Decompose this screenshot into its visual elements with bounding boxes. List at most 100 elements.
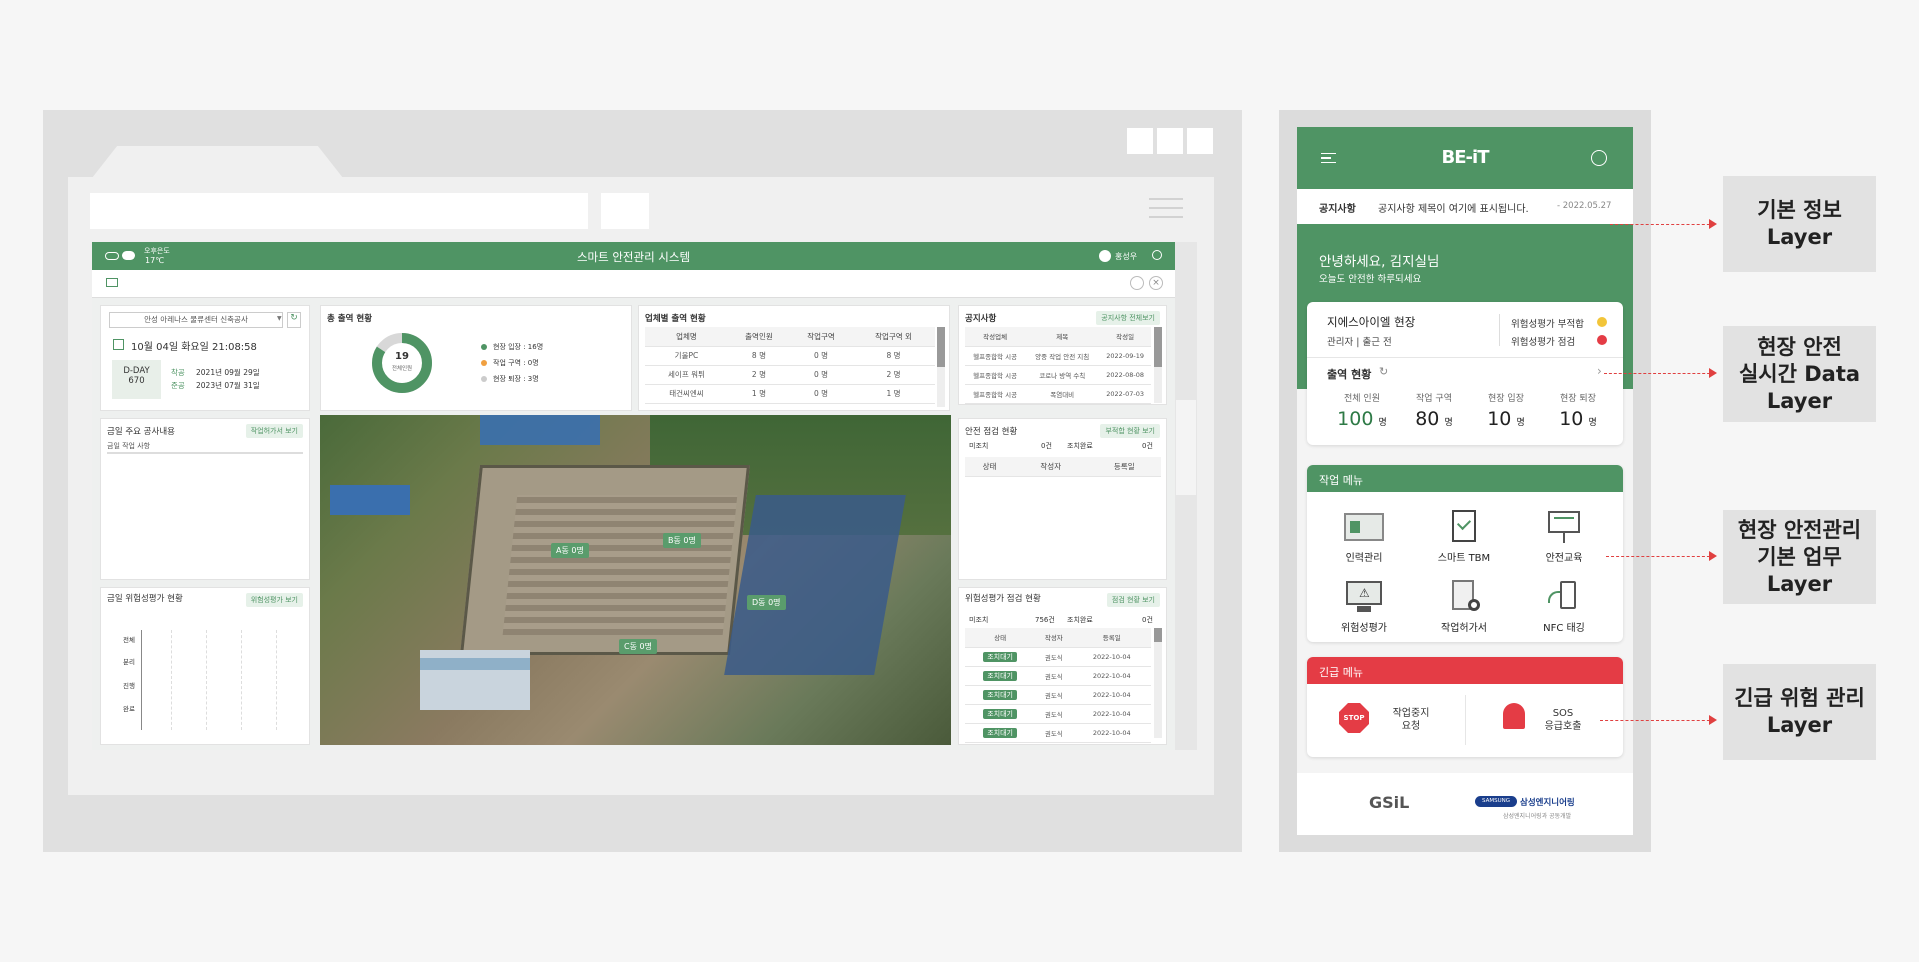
site-status-card: 지에스아이엘 현장 관리자 | 출근 전 위험성평가 부적합 위험성평가 점검 … [1307, 302, 1623, 445]
legend-entered: 현장 입장 : 16명 [493, 343, 544, 351]
layer-label-emergency: 긴급 위험 관리 Layer [1723, 664, 1876, 760]
menu-icon[interactable] [1149, 198, 1183, 200]
calendar-icon [113, 339, 124, 350]
samsung-logo: SAMSUNG [1475, 796, 1517, 807]
dashboard-toolbar: × [92, 270, 1175, 298]
siren-icon[interactable] [1503, 703, 1525, 729]
chevron-right-icon[interactable]: › [1597, 364, 1602, 378]
table-row[interactable]: 조치대기 권도식 2022-10-04 [965, 685, 1151, 705]
today-work-card: 금일 주요 공사내용 작업허가서 보기 금일 작업 사항 [100, 418, 310, 580]
risk-check-card: 위험성평가 점검 현황 점검 현황 보기 미조치 756건 조치완료 0건 상태… [958, 587, 1167, 745]
table-row[interactable]: 조치대기 권도식 2022-10-04 [965, 704, 1151, 724]
work-stop-request-button[interactable]: 작업중지 요청 [1381, 707, 1441, 733]
scrollbar[interactable] [1154, 327, 1162, 403]
site-select[interactable]: 안성 아레나스 물류센터 신축공사 [109, 312, 283, 328]
refresh-icon[interactable]: ↻ [1379, 365, 1388, 378]
site-aerial-map[interactable]: A동 0명 B동 0명 C동 0명 D동 0명 [320, 415, 951, 745]
work-permit-button[interactable]: 작업허가서 보기 [245, 424, 303, 438]
address-bar[interactable] [90, 193, 588, 229]
zone-label-c[interactable]: C동 0명 [619, 639, 657, 654]
dashboard-header: 오후은도 17℃ 스마트 안전관리 시스템 홍성우 [92, 242, 1175, 270]
scrollbar-thumb[interactable] [1176, 400, 1196, 495]
menu-workforce[interactable]: 인력관리 [1319, 507, 1409, 564]
monitor-icon[interactable] [106, 278, 118, 287]
greeting-text: 안녕하세요, 김지실님 [1319, 254, 1440, 270]
table-row[interactable]: 기울PC 8 명0 명8 명 [645, 346, 935, 366]
work-menu-card: 작업 메뉴 인력관리 스마트 TBM 안전교육 ⚠ 위험성평가 작업허가서 NF… [1307, 465, 1623, 642]
user-role: 관리자 | 출근 전 [1327, 337, 1392, 348]
window-minimize-button[interactable] [1127, 128, 1153, 154]
safety-table: 상태 작성자 등록일 [965, 457, 1161, 477]
page-title: 스마트 안전관리 시스템 [576, 250, 691, 264]
window-maximize-button[interactable] [1157, 128, 1183, 154]
status-dot-red [1597, 335, 1607, 345]
notice-text: 공지사항 제목이 여기에 표시됩니다. [1378, 204, 1529, 215]
menu-work-permit[interactable]: 작업허가서 [1419, 577, 1509, 634]
app-logo: BE-iT [1441, 147, 1490, 168]
table-row[interactable]: 조치대기 권도식 2022-10-04 [965, 666, 1151, 686]
menu-safety-training[interactable]: 안전교육 [1519, 507, 1609, 564]
status-dot-yellow [1597, 317, 1607, 327]
arrow-basic-work [1606, 551, 1717, 561]
notice-card: 공지사항 공지사항 전체보기 작성업체 제목 작성일 헬프종합학 시공 양중 작업 안… [958, 305, 1167, 405]
risk-check-table: 상태 작성자 등록일 조치대기 권도식 2022-10-04 조치대기 권도식 2022-1… [965, 628, 1151, 743]
table-row[interactable]: 헬프종합학 시공 코로나 방역 수칙 2022-08-08 [965, 365, 1151, 385]
current-datetime: 10월 04일 화요일 21:08:58 [131, 342, 257, 353]
layer-label-realtime-data: 현장 안전 실시간 Data Layer [1723, 326, 1876, 422]
stop-sign-icon[interactable]: STOP [1339, 703, 1369, 733]
start-date: 2021년 09월 29일 [196, 368, 260, 377]
attendance-donut-chart [372, 333, 432, 393]
user-name: 홍성우 [1115, 252, 1138, 261]
gsil-logo: GSiL [1369, 793, 1410, 812]
presentation-board-icon [1542, 507, 1586, 545]
table-row[interactable]: 세이프 워튀 2 명0 명2 명 [645, 365, 935, 385]
emergency-menu-title: 긴급 메뉴 [1307, 657, 1623, 684]
dday-box: D-DAY 670 [112, 360, 161, 399]
risk-view-button[interactable]: 위험성평가 보기 [245, 593, 303, 607]
stat-work-zone: 작업 구역 80 명 [1415, 394, 1453, 430]
clipboard-icon [1442, 507, 1486, 545]
refresh-site-button[interactable]: ↻ [287, 312, 301, 328]
mobile-footer: GSiL SAMSUNG 삼성엔지니어링 삼성엔지니어링과 공동개발 [1297, 773, 1633, 835]
document-gear-icon [1442, 577, 1486, 615]
attendance-card: 총 출역 현황 19 전체인원 현장 입장 : 16명 작업 구역 : 0명 현… [320, 305, 632, 411]
address-bar-button[interactable] [601, 193, 649, 229]
zone-label-d[interactable]: D동 0명 [747, 595, 786, 610]
mobile-header: BE-iT [1297, 127, 1633, 189]
work-menu-title: 작업 메뉴 [1307, 465, 1623, 492]
close-icon[interactable]: × [1149, 276, 1163, 290]
table-row[interactable]: 조치대기 권도식 2022-10-04 [965, 723, 1151, 743]
table-row[interactable]: 헬프종합학 시공 양중 작업 안전 지침 2022-09-19 [965, 346, 1151, 366]
zone-label-b[interactable]: B동 0명 [663, 533, 701, 548]
nfc-hand-icon [1542, 577, 1586, 615]
user-avatar-icon[interactable] [1099, 250, 1111, 262]
table-row[interactable]: 태건씨엔씨 1 명0 명1 명 [645, 384, 935, 404]
notice-date: - 2022.05.27 [1557, 201, 1612, 211]
id-card-icon [1342, 507, 1386, 545]
arrow-emergency [1600, 715, 1717, 725]
company-attendance-card: 업체별 출역 현황 업체명 출역인원 작업구역 작업구역 외 기울PC 8 명0 명8 … [638, 305, 950, 411]
browser-tab[interactable] [92, 146, 343, 178]
site-info-card: 안성 아레나스 물류센터 신축공사 ▼ ↻ 10월 04일 화요일 21:08:… [100, 305, 310, 411]
table-row[interactable]: 조치대기 권도식 2022-10-04 [965, 647, 1151, 667]
table-row[interactable]: 헬프종합학 시공 폭염대비 2022-07-03 [965, 384, 1151, 404]
notice-all-button[interactable]: 공지사항 전체보기 [1096, 311, 1160, 325]
refresh-icon[interactable] [1130, 276, 1144, 290]
menu-nfc-tagging[interactable]: NFC 태깅 [1519, 577, 1609, 634]
emergency-menu-card: 긴급 메뉴 STOP 작업중지 요청 SOS 응급호출 [1307, 657, 1623, 757]
window-close-button[interactable] [1187, 128, 1213, 154]
scrollbar[interactable] [1154, 628, 1162, 738]
scrollbar[interactable] [937, 327, 945, 407]
legend-exited: 현장 퇴장 : 3명 [493, 375, 539, 383]
logout-icon[interactable] [1152, 250, 1162, 260]
scrollbar-track[interactable] [1175, 242, 1197, 750]
stat-total: 전체 인원 100 명 [1337, 394, 1387, 430]
check-status-button[interactable]: 점검 현황 보기 [1106, 593, 1160, 607]
sos-call-button[interactable]: SOS 응급호출 [1533, 707, 1593, 733]
menu-risk-assessment[interactable]: ⚠ 위험성평가 [1319, 577, 1409, 634]
nonconformity-button[interactable]: 부적합 현황 보기 [1100, 424, 1160, 438]
zone-label-a[interactable]: A동 0명 [551, 543, 589, 558]
menu-smart-tbm[interactable]: 스마트 TBM [1419, 507, 1509, 564]
mobile-notice-bar[interactable]: 공지사항 공지사항 제목이 여기에 표시됩니다. - 2022.05.27 [1297, 189, 1633, 224]
globe-icon[interactable] [1591, 150, 1607, 166]
